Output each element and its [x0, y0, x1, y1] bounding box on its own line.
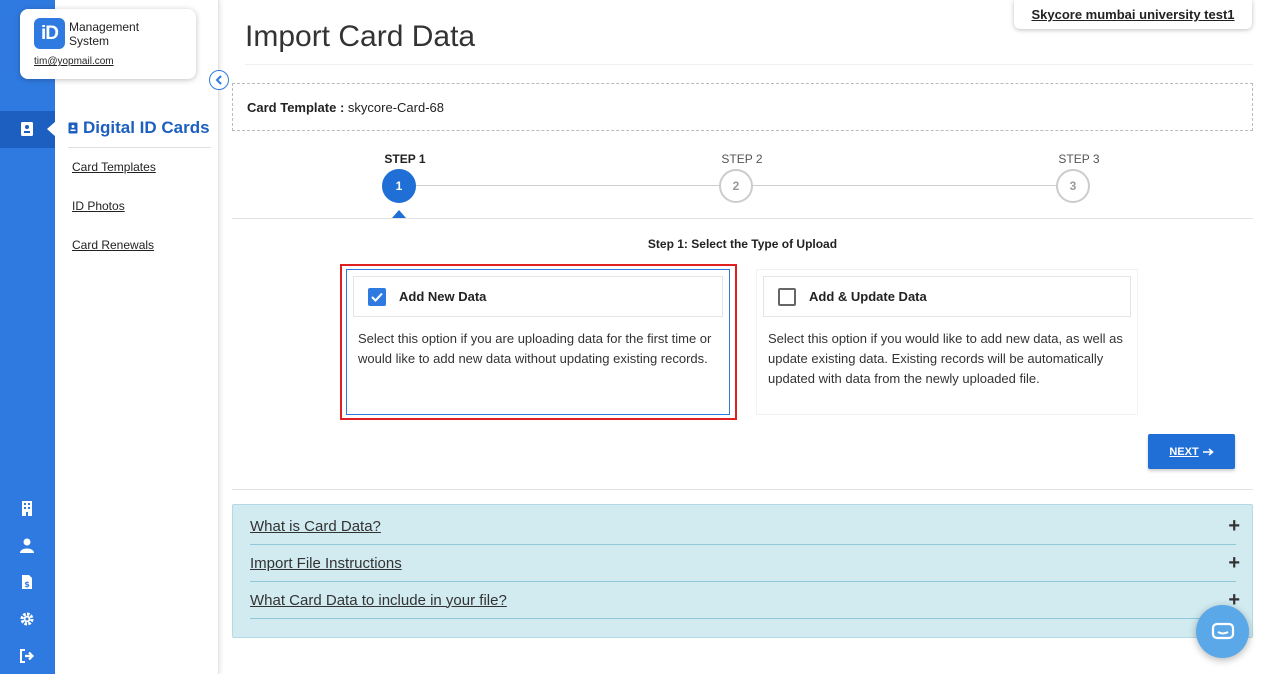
step-1-indicator: 1: [382, 169, 416, 203]
building-icon[interactable]: [17, 498, 37, 518]
step-2-label: STEP 2: [721, 152, 763, 166]
gear-icon[interactable]: [17, 609, 37, 629]
chevron-left-icon: [215, 75, 222, 85]
sidebar-divider: [68, 147, 211, 148]
invoice-icon[interactable]: $: [17, 572, 37, 592]
chat-button[interactable]: [1196, 605, 1249, 658]
active-step-caret: [392, 210, 406, 218]
icon-rail: $: [0, 0, 55, 674]
step-1-label: STEP 1: [384, 152, 426, 166]
add-update-data-checkbox[interactable]: [778, 287, 796, 306]
step-2-indicator: 2: [719, 169, 753, 203]
card-template-value: skycore-Card-68: [347, 100, 444, 115]
sidebar-item-id-photos[interactable]: ID Photos: [72, 199, 125, 213]
sidebar-item-card-renewals[interactable]: Card Renewals: [72, 238, 154, 252]
accordion-label[interactable]: What Card Data to include in your file?: [250, 592, 507, 609]
brand-card: iD Management System tim@yopmail.com: [20, 9, 196, 79]
step-heading: Step 1: Select the Type of Upload: [647, 237, 838, 251]
page-title: Import Card Data: [245, 20, 476, 53]
accordion-item-card-data-to-include[interactable]: What Card Data to include in your file? …: [250, 582, 1240, 619]
plus-icon[interactable]: +: [1228, 553, 1240, 573]
sidebar-section-title: Digital ID Cards: [68, 118, 210, 138]
plus-icon[interactable]: +: [1228, 516, 1240, 536]
organization-switcher[interactable]: Skycore mumbai university test1: [1014, 0, 1252, 29]
sidebar-section-label: Digital ID Cards: [83, 118, 210, 137]
brand-name: Management System: [69, 20, 139, 48]
title-divider: [245, 64, 1253, 65]
stepper-divider: [232, 218, 1253, 219]
option-header[interactable]: Add New Data: [353, 276, 723, 317]
option-description: Select this option if you would like to …: [768, 331, 1123, 386]
option-description: Select this option if you are uploading …: [358, 331, 712, 366]
content-divider: [232, 489, 1253, 490]
option-title: Add New Data: [399, 289, 487, 304]
option-title: Add & Update Data: [809, 289, 927, 304]
option-add-new-data[interactable]: Add New Data Select this option if you a…: [346, 269, 730, 415]
accordion-label[interactable]: What is Card Data?: [250, 518, 381, 535]
step-3-label: STEP 3: [1058, 152, 1100, 166]
brand-logo: iD: [34, 18, 65, 49]
card-template-label: Card Template :: [247, 100, 345, 115]
help-accordion: What is Card Data? + Import File Instruc…: [232, 504, 1253, 638]
rail-pointer: [47, 121, 56, 137]
sidebar: [55, 0, 219, 674]
svg-text:$: $: [24, 580, 30, 589]
next-button[interactable]: NEXT: [1148, 434, 1235, 469]
checkmark-icon: [371, 292, 383, 302]
chat-icon: [1211, 622, 1234, 639]
accordion-label[interactable]: Import File Instructions: [250, 555, 402, 572]
card-template-info: Card Template : skycore-Card-68: [232, 83, 1253, 131]
accordion-item-import-file-instructions[interactable]: Import File Instructions +: [250, 545, 1240, 582]
next-button-label: NEXT: [1169, 445, 1199, 458]
brand-name-line2: System: [69, 34, 110, 48]
logout-icon[interactable]: [17, 646, 37, 666]
add-new-data-checkbox[interactable]: [368, 287, 386, 306]
user-icon[interactable]: [17, 535, 37, 555]
id-card-icon[interactable]: [17, 119, 37, 139]
option-add-update-data[interactable]: Add & Update Data Select this option if …: [756, 269, 1138, 415]
brand-name-line1: Management: [69, 20, 140, 34]
option-header[interactable]: Add & Update Data: [763, 276, 1131, 317]
user-email-link[interactable]: tim@yopmail.com: [34, 56, 114, 67]
collapse-sidebar-button[interactable]: [209, 70, 229, 90]
accordion-item-what-is-card-data[interactable]: What is Card Data? +: [250, 508, 1240, 545]
sidebar-item-card-templates[interactable]: Card Templates: [72, 160, 156, 174]
arrow-right-icon: [1202, 447, 1214, 456]
id-card-icon: [68, 122, 78, 134]
step-3-indicator: 3: [1056, 169, 1090, 203]
